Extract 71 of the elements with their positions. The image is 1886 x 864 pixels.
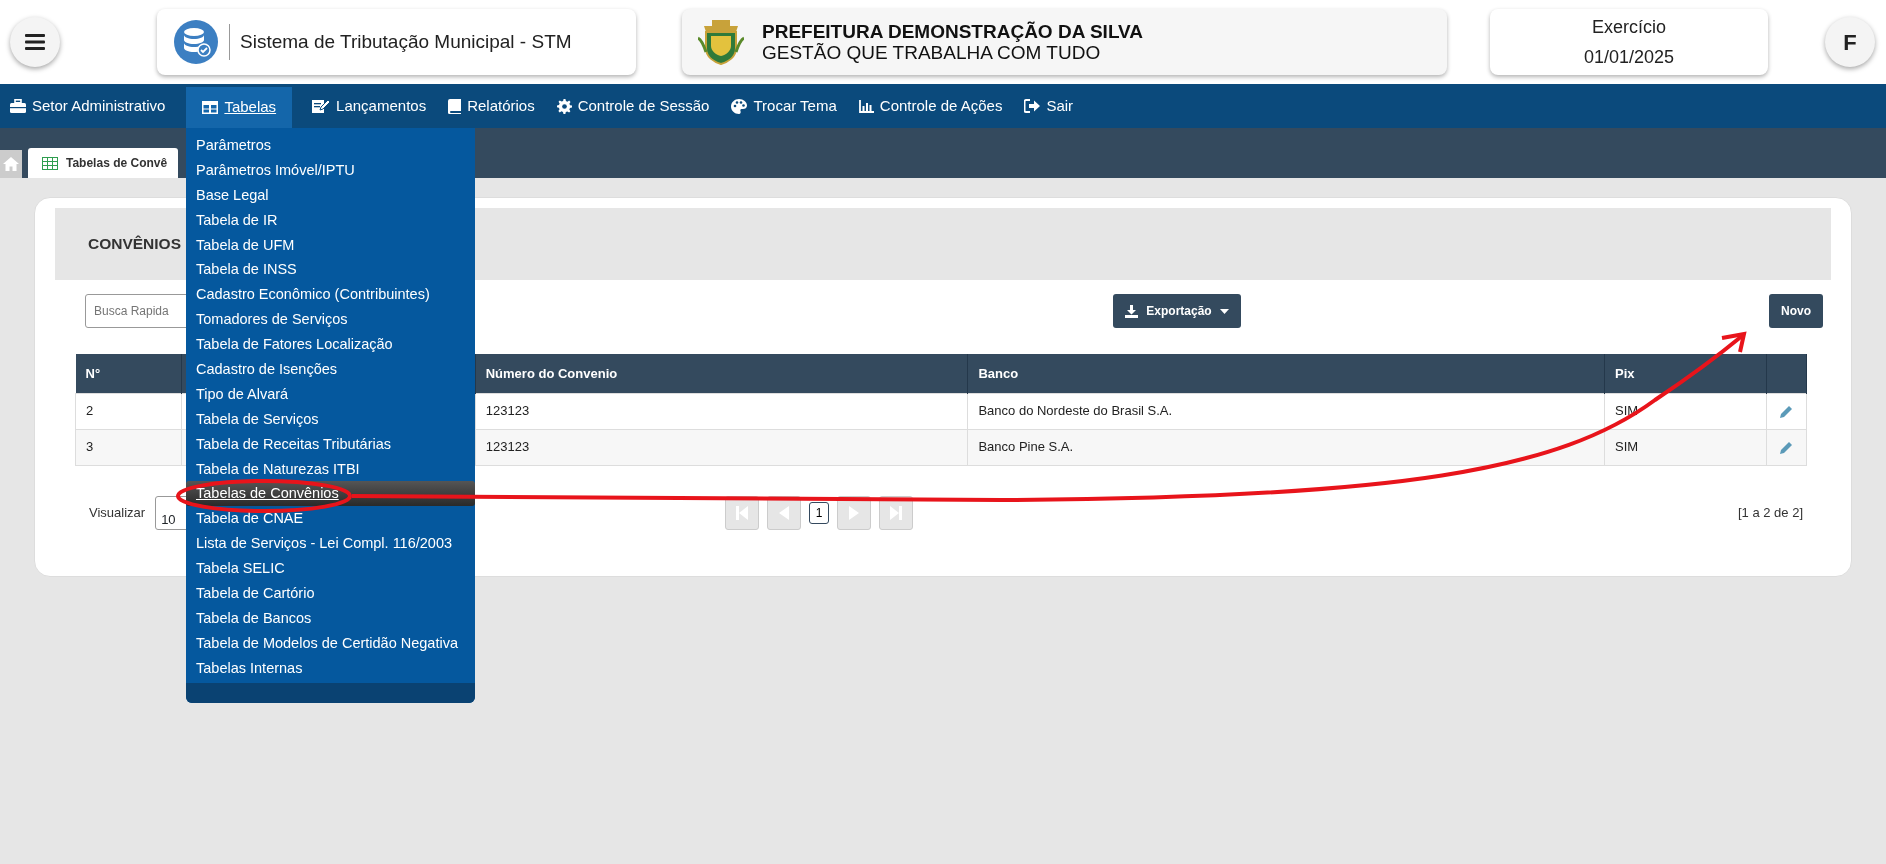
chart-icon <box>858 99 874 113</box>
nav-item[interactable]: Relatórios <box>437 84 546 128</box>
edit-icon[interactable] <box>1779 440 1794 455</box>
table-cell: Banco Pine S.A. <box>967 429 1605 465</box>
menu-item[interactable]: Tabela de UFM <box>186 232 475 258</box>
previous-icon <box>779 505 790 520</box>
menu-item[interactable]: Tabela de INSS <box>186 257 475 283</box>
menu-button[interactable] <box>10 17 60 67</box>
table-cell: 123123 <box>475 429 968 465</box>
menu-item[interactable]: Parâmetros Imóvel/IPTU <box>186 157 475 183</box>
table-cell: Banco do Nordeste do Brasil S.A. <box>967 393 1605 429</box>
table-cell: 3 <box>75 429 182 465</box>
record-count: [1 a 2 de 2] <box>1737 503 1803 522</box>
settings-icon <box>556 98 572 114</box>
last-icon <box>890 505 903 520</box>
table-icon <box>202 101 219 114</box>
book-icon <box>448 98 462 114</box>
menu-item[interactable]: Tabela de Bancos <box>186 605 475 631</box>
nav-item[interactable]: Trocar Tema <box>720 84 848 128</box>
nav-item[interactable]: Sair <box>1013 84 1085 128</box>
sign-out-icon <box>1024 99 1041 113</box>
table-cell: 123123 <box>475 393 968 429</box>
menu-item[interactable]: Tabelas Internas <box>186 655 475 681</box>
first-icon <box>736 505 749 520</box>
caret-icon <box>1219 308 1229 314</box>
nav-item[interactable]: Lançamentos <box>301 84 438 128</box>
menu-item[interactable]: Tabela de Serviços <box>186 406 475 432</box>
nav-item[interactable]: Controle de Sessão <box>545 84 721 128</box>
column-header: N° <box>75 354 182 393</box>
view-label: Visualizar <box>89 503 146 522</box>
menu-item[interactable]: Parâmetros <box>186 133 475 158</box>
organization-title: PREFEITURA DEMONSTRAÇÃO DA SILVA <box>762 21 1144 42</box>
export-button[interactable]: Exportação <box>1113 294 1241 328</box>
organization-slogan: GESTÃO QUE TRABALHA COM TUDO <box>762 42 1102 63</box>
exercise-date: 01/01/2025 <box>1583 47 1675 67</box>
menu-item[interactable]: Lista de Serviços - Lei Compl. 116/2003 <box>186 531 475 557</box>
menu-item[interactable]: Tipo de Alvará <box>186 381 475 407</box>
column-header: Banco <box>967 354 1605 393</box>
menu-item[interactable]: Tabela de IR <box>186 207 475 233</box>
menu-item[interactable]: Tabela de Fatores Localização <box>186 332 475 357</box>
nav-item[interactable]: Setor Administrativo <box>0 84 177 128</box>
system-name: Sistema de Tributação Municipal - STM <box>240 29 572 54</box>
menu-item[interactable]: Tabela de Naturezas ITBI <box>186 456 475 482</box>
page-tab[interactable]: Tabelas de Convê <box>28 148 178 178</box>
new-button[interactable]: Novo <box>1769 294 1823 328</box>
exercise-label: Exercício <box>1592 17 1666 37</box>
edit-icon <box>312 99 331 113</box>
crest-icon <box>698 18 744 66</box>
menu-item[interactable]: Cadastro de Isenções <box>186 357 475 382</box>
menu-item[interactable]: Tabela de Cartório <box>186 581 475 606</box>
page-title: CONVÊNIOS <box>88 234 181 255</box>
user-button[interactable]: F <box>1825 17 1875 67</box>
nav-item[interactable]: Controle de Ações <box>847 84 1014 128</box>
column-header: Número do Convenio <box>475 354 968 393</box>
edit-icon[interactable] <box>1779 404 1794 419</box>
menu-icon <box>25 33 45 51</box>
next-icon <box>849 505 860 520</box>
database-icon <box>173 19 219 65</box>
nav-item[interactable]: Tabelas <box>186 87 293 128</box>
menu-item[interactable]: Tabela de Modelos de Certidão Negativa <box>186 630 475 656</box>
table-cell: 2 <box>75 393 182 429</box>
home-icon <box>2 156 20 172</box>
menu-item[interactable]: Tabela SELIC <box>186 556 475 582</box>
menu-item[interactable]: Base Legal <box>186 182 475 208</box>
spreadsheet-icon <box>42 156 58 170</box>
column-header: Pix <box>1604 354 1767 393</box>
briefcase-icon <box>10 99 26 113</box>
table-cell: SIM <box>1604 429 1767 465</box>
palette-icon <box>731 98 748 114</box>
download-icon <box>1125 304 1139 318</box>
page-number[interactable]: 1 <box>809 501 830 524</box>
